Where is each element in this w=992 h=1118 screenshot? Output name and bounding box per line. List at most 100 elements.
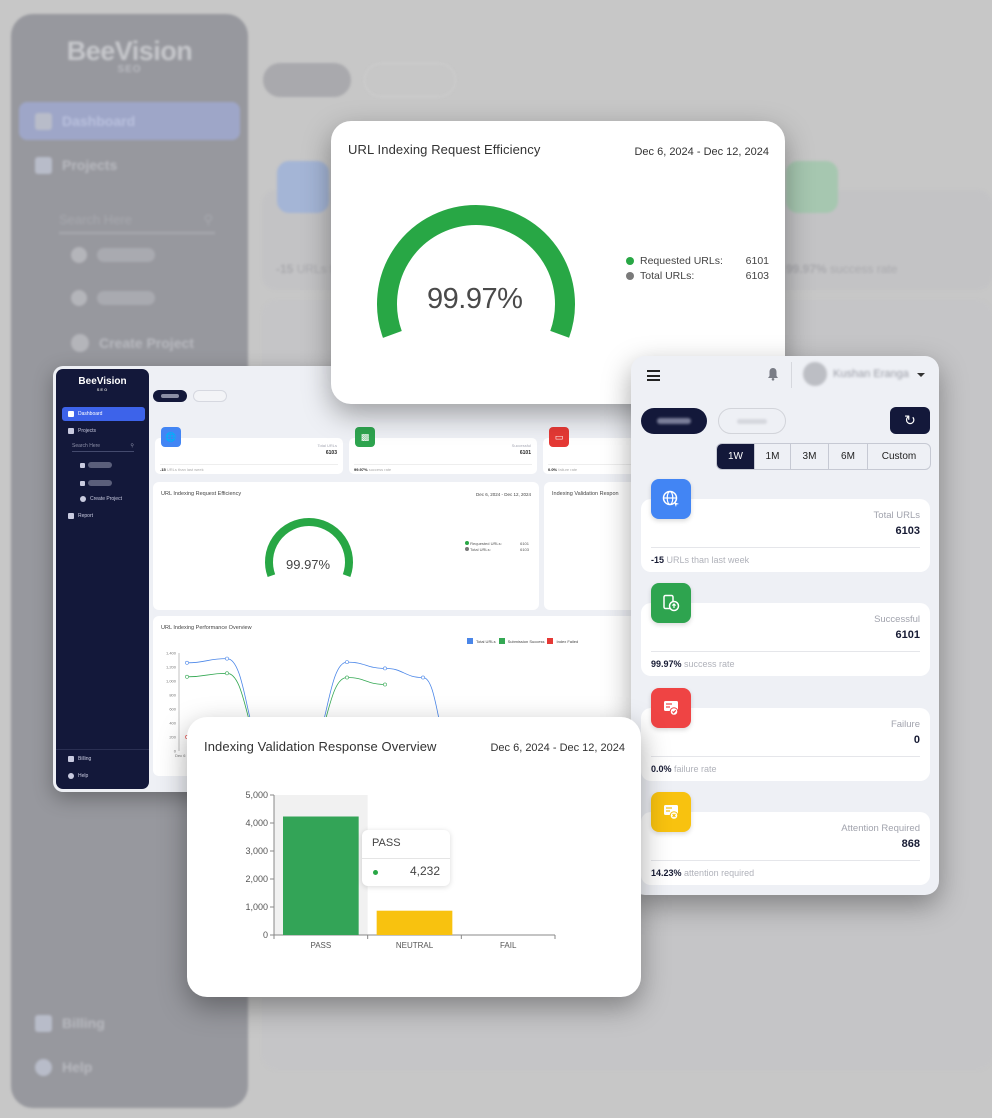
line-point	[225, 656, 229, 661]
mini-legend-total: Total URLs: 6103	[465, 547, 529, 552]
y-tick-label: 1,000	[166, 679, 177, 684]
report-icon	[68, 513, 74, 519]
mini-divider	[56, 749, 149, 750]
mini-nav-billing[interactable]: Billing	[62, 752, 145, 766]
mini-nav-dashboard[interactable]: Dashboard	[62, 407, 145, 421]
mini-card-title: Indexing Validation Respon	[552, 491, 619, 497]
attention-card-icon	[651, 792, 691, 832]
range-6m[interactable]: 6M	[829, 444, 868, 469]
mini-nav-projects[interactable]: Projects	[62, 424, 145, 438]
y-tick-label: 3,000	[245, 846, 268, 856]
bg-nav-billing[interactable]: Billing	[19, 1004, 240, 1042]
header-divider	[791, 362, 792, 388]
mini-nav-report[interactable]: Report	[62, 509, 145, 523]
mini-project-item[interactable]	[80, 480, 112, 486]
user-menu-caret-icon[interactable]	[917, 373, 925, 377]
range-1w[interactable]: 1W	[717, 444, 755, 469]
legend-dot	[626, 272, 634, 280]
list-icon	[68, 428, 74, 434]
mini-search-input[interactable]: Search Here ⚲	[72, 443, 134, 452]
bg-tab-2[interactable]	[364, 63, 456, 97]
mini-tab-1[interactable]	[153, 390, 187, 402]
stat-value: 868	[901, 838, 920, 850]
hamburger-menu-icon[interactable]	[647, 370, 660, 384]
help-icon	[35, 1058, 52, 1076]
user-avatar[interactable]	[803, 362, 827, 386]
legend-label: Index Failed	[556, 638, 579, 644]
tooltip-dot	[373, 870, 378, 875]
bg-tab-1[interactable]	[263, 63, 351, 97]
stat-card-attention-required: Attention Required 868 14.23% attention …	[641, 792, 930, 885]
mini-card-title: URL Indexing Performance Overview	[161, 625, 252, 631]
notification-bell-icon[interactable]	[767, 367, 779, 381]
dashboard-icon	[35, 112, 52, 130]
x-tick-label: NEUTRAL	[396, 941, 434, 950]
tooltip-divider	[362, 858, 450, 859]
mobile-dashboard: Kushan Eranga ↻ 1W 1M 3M 6M Custom Total…	[631, 356, 939, 895]
stat-value: 6103	[895, 525, 920, 537]
range-custom[interactable]: Custom	[868, 444, 930, 469]
bg-search-input[interactable]: Search Here ⚲	[59, 212, 215, 234]
bar-neutral[interactable]	[376, 910, 453, 935]
legend-total-urls: Total URLs: 6103	[626, 270, 769, 282]
validation-card: Indexing Validation Response Overview De…	[187, 717, 641, 997]
project-tab-active[interactable]	[641, 408, 707, 434]
mini-sidebar: BeeVision SEO Dashboard Projects Search H…	[56, 369, 149, 789]
failure-card-icon: ▭	[549, 427, 569, 447]
line-point	[185, 660, 189, 665]
range-3m[interactable]: 3M	[791, 444, 829, 469]
line-point	[383, 682, 387, 687]
bg-nav-dashboard[interactable]: Dashboard	[19, 102, 240, 140]
stat-footer: 14.23% attention required	[651, 868, 755, 878]
bar-pass[interactable]	[283, 816, 359, 935]
bg-project-item[interactable]	[71, 247, 155, 263]
mini-project-item[interactable]	[80, 462, 112, 468]
mini-gauge-percent: 99.97%	[286, 557, 331, 572]
mini-validation-card: Indexing Validation Respon	[544, 482, 643, 610]
legend-requested-urls: Requested URLs: 6101	[626, 255, 769, 267]
range-1m[interactable]: 1M	[755, 444, 791, 469]
y-tick-label: 5,000	[245, 790, 268, 800]
stat-value: 6101	[519, 450, 531, 456]
line-point	[225, 671, 229, 676]
line-point	[383, 666, 387, 671]
stat-divider	[651, 860, 920, 861]
y-tick-label: 2,000	[245, 874, 268, 884]
bg-nav-projects[interactable]: Projects	[19, 146, 240, 184]
user-name[interactable]: Kushan Eranga	[833, 368, 909, 380]
y-tick-label: 1,200	[166, 665, 177, 670]
stat-card-successful: Successful 6101 99.97% success rate	[641, 583, 930, 676]
mini-nav-help[interactable]: Help	[62, 769, 145, 783]
date-range: Dec 6, 2024 - Dec 12, 2024	[634, 146, 769, 158]
failure-card-icon	[651, 688, 691, 728]
stat-value: 6101	[895, 629, 920, 641]
stat-label: Failure	[890, 719, 920, 730]
refresh-button[interactable]: ↻	[890, 407, 930, 434]
x-tick-label: Dec 6	[175, 753, 186, 758]
mini-logo: BeeVision SEO	[78, 376, 127, 392]
stat-label: Total URLs	[873, 510, 920, 521]
stat-divider	[651, 547, 920, 548]
stat-footer: 99.97% success rate	[354, 464, 532, 472]
stat-label: Total URLs	[317, 443, 337, 448]
legend-dot	[626, 257, 634, 265]
stat-card-failure: Failure 0 0.0% failure rate	[641, 688, 930, 781]
globe-icon: 🌐	[161, 427, 181, 447]
bg-create-project[interactable]: Create Project	[71, 334, 194, 352]
help-icon	[68, 773, 74, 779]
search-icon: ⚲	[130, 443, 134, 449]
y-tick-label: 1,400	[166, 651, 177, 656]
legend-label: Total URLs	[476, 638, 496, 644]
bg-nav-help[interactable]: Help	[19, 1048, 240, 1086]
stat-divider	[651, 756, 920, 757]
card-title: URL Indexing Request Efficiency	[348, 142, 541, 157]
stat-value: 0	[913, 734, 920, 746]
mini-tab-2[interactable]	[193, 390, 227, 402]
project-tab[interactable]	[718, 408, 786, 434]
stat-footer: 0.0% failure rate	[548, 464, 643, 472]
y-tick-label: 200	[169, 735, 176, 740]
legend-label: Submission Success	[507, 638, 545, 644]
upload-device-icon	[651, 583, 691, 623]
bg-project-item[interactable]	[71, 290, 155, 306]
mini-nav-create-project[interactable]: Create Project	[74, 492, 145, 506]
